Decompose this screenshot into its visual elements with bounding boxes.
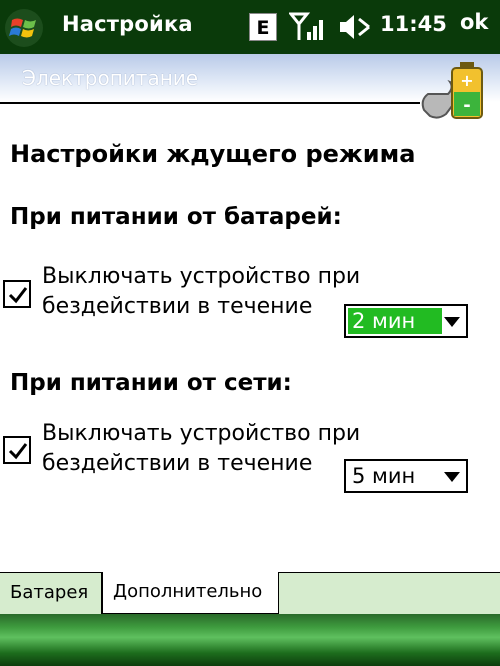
battery-timeout-label-line2: бездействии в течение xyxy=(42,294,313,319)
dropdown-arrow-icon xyxy=(444,472,460,482)
battery-heading: При питании от батарей: xyxy=(10,204,342,230)
checkmark-icon xyxy=(8,287,28,304)
ac-timeout-label-line1: Выключать устройство при xyxy=(42,421,361,446)
ac-timeout-label-line2: бездействии в течение xyxy=(42,451,313,476)
checkmark-icon xyxy=(8,443,28,460)
windows-flag-icon[interactable] xyxy=(4,8,44,48)
clock[interactable]: 11:45 xyxy=(380,12,447,36)
ac-timeout-value: 5 мин xyxy=(352,464,416,488)
signal-strength-icon[interactable] xyxy=(287,10,329,44)
dropdown-arrow-icon xyxy=(444,317,460,327)
network-type-indicator: E xyxy=(249,13,277,41)
battery-timeout-checkbox[interactable] xyxy=(3,280,31,308)
battery-timeout-dropdown[interactable]: 2 мин xyxy=(344,304,468,338)
ac-heading: При питании от сети: xyxy=(10,370,292,396)
softkey-bar xyxy=(0,614,500,666)
speaker-icon[interactable] xyxy=(336,10,376,44)
ac-timeout-dropdown[interactable]: 5 мин xyxy=(344,459,468,493)
tab-battery[interactable]: Батарея xyxy=(0,572,102,614)
ok-button[interactable]: ok xyxy=(460,10,488,34)
battery-power-icon: + - xyxy=(418,56,498,126)
svg-text:-: - xyxy=(463,95,470,116)
ac-timeout-label: Выключать устройство при бездействии в т… xyxy=(42,419,360,479)
battery-timeout-label: Выключать устройство при бездействии в т… xyxy=(42,262,360,322)
battery-timeout-label-line1: Выключать устройство при xyxy=(42,264,361,289)
page-heading: Настройки ждущего режима xyxy=(10,140,416,168)
section-title: Электропитание xyxy=(22,66,199,90)
tab-advanced[interactable]: Дополнительно xyxy=(102,572,279,614)
ac-timeout-checkbox[interactable] xyxy=(3,436,31,464)
svg-text:+: + xyxy=(460,71,473,90)
battery-timeout-value: 2 мин xyxy=(348,308,442,334)
header-divider xyxy=(0,102,420,104)
app-title: Настройка xyxy=(62,12,193,36)
